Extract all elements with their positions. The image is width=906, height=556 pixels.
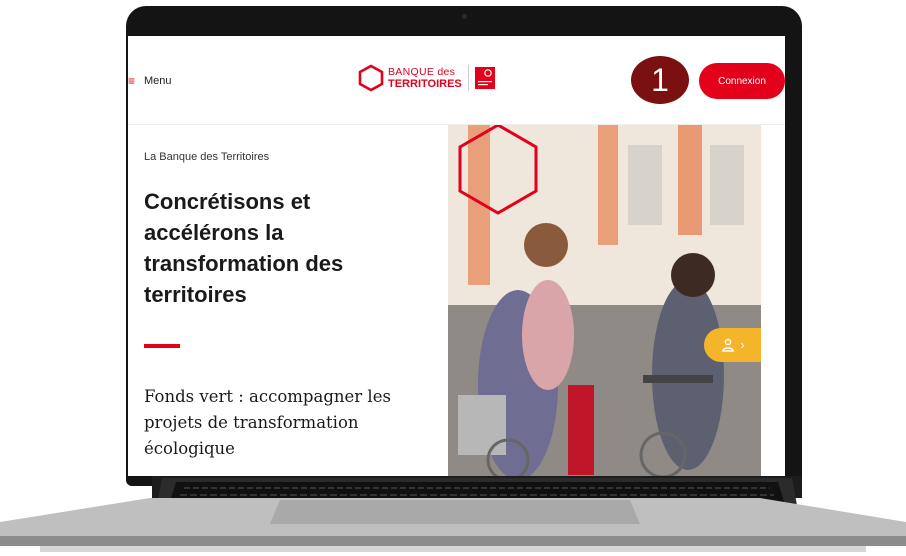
user-icon	[721, 338, 734, 352]
site-logo[interactable]: BANQUE des TERRITOIRES	[358, 64, 495, 92]
accent-divider	[144, 344, 180, 348]
hero-image	[448, 125, 761, 476]
site-header: ≡ Menu BANQUE des TERRITOIRES 1 Connexio…	[128, 36, 785, 125]
logo-line-2: TERRITOIRES	[388, 78, 462, 90]
browser-screen: ≡ Menu BANQUE des TERRITOIRES 1 Connexio…	[128, 36, 785, 476]
profile-side-button[interactable]: ›	[704, 328, 761, 362]
hero-title: Concrétisons et accélérons la transforma…	[144, 189, 344, 307]
chevron-right-icon: ›	[740, 338, 745, 352]
laptop-deck	[0, 498, 906, 552]
step-callout-badge: 1	[631, 56, 689, 104]
connexion-button[interactable]: Connexion	[699, 63, 785, 99]
hero-subtitle-link[interactable]: Fonds vert : accompagner les projets de …	[144, 384, 404, 462]
logo-divider	[467, 65, 469, 91]
caisse-depots-emblem-icon	[474, 67, 495, 89]
hamburger-icon: ≡	[128, 74, 136, 88]
menu-label: Menu	[144, 75, 172, 87]
logo-text: BANQUE des TERRITOIRES	[388, 66, 462, 90]
logo-line-1: BANQUE des	[388, 66, 456, 78]
page-scroll-area[interactable]	[761, 125, 785, 476]
webcam	[462, 14, 467, 19]
hero-eyebrow: La Banque des Territoires	[144, 151, 270, 163]
menu-button[interactable]: ≡ Menu	[128, 74, 172, 88]
hexagon-logo-icon	[358, 64, 384, 92]
